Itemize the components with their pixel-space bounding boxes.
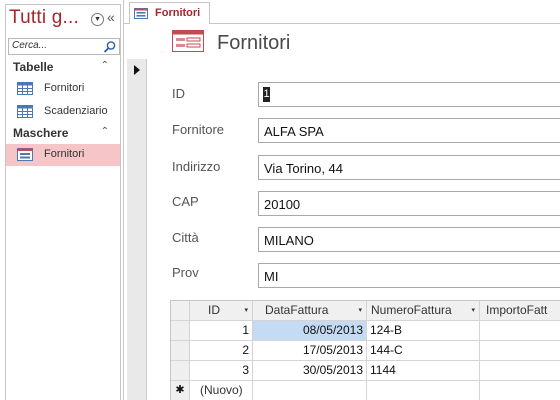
field-label-id: ID: [172, 86, 185, 101]
nav-item-label: Fornitori: [44, 148, 85, 160]
table-cell[interactable]: 144-C: [367, 341, 480, 361]
column-header-label: ImportoFatt: [486, 303, 548, 317]
sort-dropdown-icon[interactable]: ▾: [469, 301, 475, 320]
navigation-pane: Tutti g... ▼ « Cerca... Tabelle ⌃ Fornit…: [0, 0, 124, 400]
nav-group-maschere[interactable]: Maschere ⌃: [6, 126, 120, 142]
form-detail: ID 1 Fornitore ALFA SPA Indirizzo Via To…: [148, 59, 560, 400]
form-title: Fornitori: [217, 32, 291, 54]
sort-dropdown-icon[interactable]: ▾: [358, 301, 362, 320]
row-selector[interactable]: [171, 341, 190, 361]
field-fornitore[interactable]: ALFA SPA: [258, 118, 560, 143]
table-cell[interactable]: [480, 321, 560, 341]
new-record-icon[interactable]: ✱: [171, 381, 190, 400]
field-value: 20100: [264, 197, 301, 212]
tab-fornitori[interactable]: Fornitori: [129, 2, 210, 25]
table-cell[interactable]: 1144: [367, 361, 480, 381]
field-value: ALFA SPA: [264, 124, 324, 139]
access-window: Tutti g... ▼ « Cerca... Tabelle ⌃ Fornit…: [0, 0, 560, 400]
field-label-fornitore: Fornitore: [172, 122, 225, 137]
document-tab-strip: Fornitori: [124, 0, 560, 25]
nav-item-fornitori-form[interactable]: Fornitori: [6, 144, 120, 166]
field-label-citta: Città: [172, 230, 199, 245]
table-cell[interactable]: [480, 361, 560, 381]
field-value-id: 1: [263, 87, 270, 102]
table-cell[interactable]: [367, 381, 480, 400]
table-cell[interactable]: 17/05/2013: [253, 341, 367, 361]
form-icon: [134, 8, 148, 19]
nav-group-label: Tabelle: [13, 60, 54, 74]
field-id[interactable]: 1: [258, 82, 560, 107]
row-selector[interactable]: [171, 361, 190, 381]
new-record-cell[interactable]: (Nuovo): [190, 381, 253, 400]
field-citta[interactable]: MILANO: [258, 227, 560, 252]
table-cell[interactable]: 08/05/2013: [253, 321, 367, 341]
table-cell[interactable]: [253, 381, 367, 400]
sort-dropdown-icon[interactable]: ▾: [244, 301, 248, 320]
form-fornitori: Fornitori ID 1 Fornitore ALFA SPA Indiri…: [124, 24, 560, 400]
row-selector[interactable]: [171, 321, 190, 341]
nav-item-label: Fornitori: [44, 82, 85, 94]
search-icon[interactable]: [103, 40, 117, 54]
table-cell[interactable]: [480, 341, 560, 361]
table-cell[interactable]: 1: [190, 321, 253, 341]
chevron-up-icon[interactable]: ⌃: [101, 126, 109, 137]
field-cap[interactable]: 20100: [258, 191, 560, 216]
form-icon: [172, 30, 204, 52]
table-cell[interactable]: 3: [190, 361, 253, 381]
nav-item-scadenziario-table[interactable]: Scadenziario: [6, 101, 120, 123]
subform-datasheet[interactable]: ID ▾ DataFattura ▾ NumeroFattura ▾ Impor…: [170, 300, 560, 400]
field-label-prov: Prov: [172, 265, 199, 280]
nav-group-tabelle[interactable]: Tabelle ⌃: [6, 60, 120, 76]
field-value: Via Torino, 44: [264, 161, 344, 176]
form-icon: [17, 148, 33, 161]
select-all-corner[interactable]: [171, 301, 190, 321]
column-header-importofattura[interactable]: ImportoFatt: [480, 301, 560, 321]
field-label-indirizzo: Indirizzo: [172, 159, 221, 174]
nav-pane-title[interactable]: Tutti g...: [9, 7, 79, 29]
field-label-cap: CAP: [172, 194, 199, 209]
table-cell[interactable]: 30/05/2013: [253, 361, 367, 381]
nav-item-label: Scadenziario: [44, 105, 108, 117]
navigation-pane-panel: Tutti g... ▼ « Cerca... Tabelle ⌃ Fornit…: [5, 4, 121, 400]
field-value: MILANO: [264, 233, 314, 248]
nav-item-fornitori-table[interactable]: Fornitori: [6, 78, 120, 100]
nav-group-label: Maschere: [13, 126, 69, 140]
field-indirizzo[interactable]: Via Torino, 44: [258, 155, 560, 180]
current-record-arrow-icon: [134, 65, 140, 75]
column-header-numerofattura[interactable]: NumeroFattura ▾: [367, 301, 480, 321]
column-header-label: DataFattura: [265, 303, 329, 317]
table-icon: [17, 105, 33, 118]
column-header-label: NumeroFattura: [371, 303, 452, 317]
field-prov[interactable]: MI: [258, 263, 560, 288]
table-icon: [17, 82, 33, 95]
column-header-label: ID: [208, 303, 220, 317]
table-cell[interactable]: 124-B: [367, 321, 480, 341]
form-header: Fornitori: [124, 24, 560, 59]
column-header-id[interactable]: ID ▾: [190, 301, 253, 321]
column-header-datafattura[interactable]: DataFattura ▾: [253, 301, 367, 321]
record-selector[interactable]: [127, 59, 147, 400]
table-cell[interactable]: [480, 381, 560, 400]
chevron-up-icon[interactable]: ⌃: [101, 60, 109, 71]
nav-search-box[interactable]: Cerca...: [8, 38, 120, 55]
table-cell[interactable]: 2: [190, 341, 253, 361]
nav-collapse-icon[interactable]: «: [107, 9, 115, 25]
tab-label: Fornitori: [155, 7, 201, 19]
field-value: MI: [264, 269, 279, 284]
nav-dropdown-icon[interactable]: ▼: [91, 13, 104, 26]
nav-search-input[interactable]: Cerca...: [12, 40, 47, 51]
